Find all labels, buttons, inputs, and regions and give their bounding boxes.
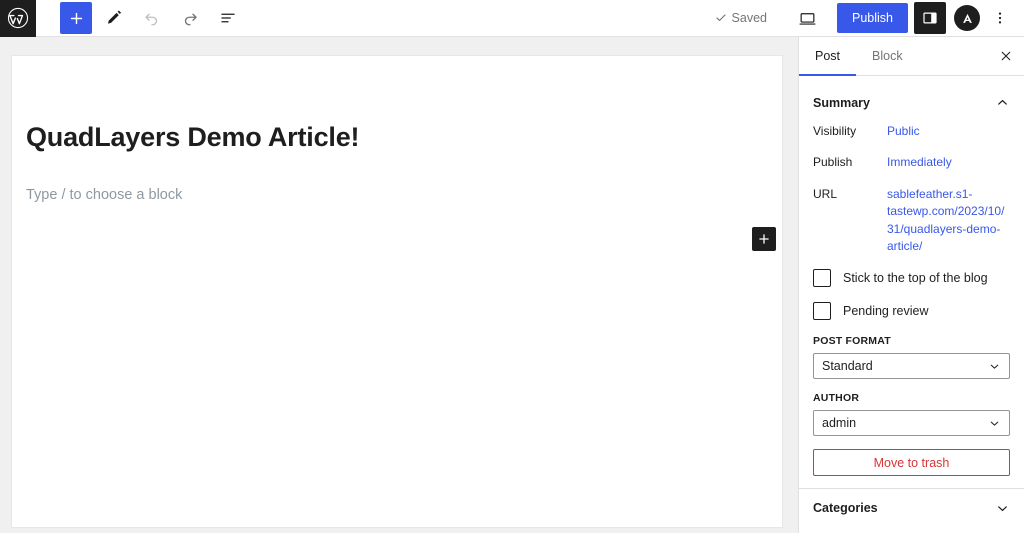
publish-label: Publish bbox=[813, 155, 853, 170]
sticky-checkbox-row[interactable]: Stick to the top of the blog bbox=[799, 269, 1024, 288]
chevron-up-icon bbox=[995, 95, 1010, 110]
toolbar-left-group bbox=[36, 2, 244, 34]
author-label: AUTHOR bbox=[813, 392, 860, 405]
post-title-field[interactable]: QuadLayers Demo Article! bbox=[26, 122, 360, 153]
redo-icon[interactable] bbox=[174, 2, 206, 34]
editor-top-toolbar: Saved Publish bbox=[0, 0, 1024, 37]
sticky-checkbox-label: Stick to the top of the blog bbox=[843, 271, 988, 286]
visibility-label: Visibility bbox=[813, 124, 857, 138]
sidebar-tab-list: Post Block bbox=[799, 37, 1024, 76]
chevron-down-icon bbox=[988, 360, 1001, 373]
post-format-label: POST FORMAT bbox=[813, 335, 891, 348]
chevron-down-icon bbox=[988, 417, 1001, 430]
toolbar-right-group: Saved Publish bbox=[715, 2, 1024, 34]
summary-panel-header[interactable]: Summary bbox=[799, 86, 1024, 119]
url-value[interactable]: sablefeather.s1-tastewp.com/2023/10/31/q… bbox=[887, 186, 1010, 256]
inline-add-block-button[interactable] bbox=[752, 227, 776, 251]
wordpress-block-editor: Saved Publish QuadLayers Demo Article! T… bbox=[0, 0, 1024, 533]
pending-review-label: Pending review bbox=[843, 304, 929, 319]
author-group: AUTHOR admin bbox=[799, 392, 1024, 437]
sticky-checkbox[interactable] bbox=[813, 269, 831, 288]
close-sidebar-icon[interactable] bbox=[988, 37, 1024, 75]
post-canvas[interactable]: QuadLayers Demo Article! Type / to choos… bbox=[12, 56, 782, 527]
tab-block-label: Block bbox=[872, 49, 903, 63]
pending-review-checkbox-row[interactable]: Pending review bbox=[799, 302, 1024, 321]
author-value: admin bbox=[822, 416, 857, 431]
options-menu-icon[interactable] bbox=[984, 2, 1016, 34]
publish-button[interactable]: Publish bbox=[837, 3, 908, 33]
tab-post[interactable]: Post bbox=[799, 37, 857, 76]
wordpress-logo-icon[interactable] bbox=[0, 0, 36, 37]
settings-sidebar: Post Block Summary Visibility Public Pub… bbox=[798, 37, 1024, 533]
categories-title: Categories bbox=[813, 501, 878, 516]
add-block-button[interactable] bbox=[60, 2, 92, 34]
post-format-value: Standard bbox=[822, 359, 873, 374]
tools-pencil-icon[interactable] bbox=[98, 2, 130, 34]
settings-sidebar-toggle-icon[interactable] bbox=[914, 2, 946, 34]
author-select[interactable]: admin bbox=[813, 410, 1010, 437]
pending-review-checkbox[interactable] bbox=[813, 302, 831, 321]
plugin-logo-icon[interactable] bbox=[954, 5, 980, 31]
row-publish: Publish Immediately bbox=[813, 154, 1010, 171]
preview-icon[interactable] bbox=[791, 2, 823, 34]
editor-canvas-area: QuadLayers Demo Article! Type / to choos… bbox=[0, 37, 798, 533]
publish-value[interactable]: Immediately bbox=[887, 154, 952, 171]
row-url: URL sablefeather.s1-tastewp.com/2023/10/… bbox=[813, 186, 1010, 256]
tab-post-label: Post bbox=[815, 49, 841, 63]
categories-panel-header[interactable]: Categories bbox=[799, 489, 1024, 527]
post-format-select[interactable]: Standard bbox=[813, 353, 1010, 380]
save-status-label: Saved bbox=[731, 11, 767, 25]
save-status[interactable]: Saved bbox=[715, 11, 767, 25]
undo-icon[interactable] bbox=[136, 2, 168, 34]
summary-title: Summary bbox=[813, 95, 870, 110]
tab-block[interactable]: Block bbox=[856, 37, 919, 75]
visibility-value[interactable]: Public bbox=[887, 123, 920, 140]
post-format-group: POST FORMAT Standard bbox=[799, 335, 1024, 380]
document-overview-icon[interactable] bbox=[212, 2, 244, 34]
block-placeholder-text[interactable]: Type / to choose a block bbox=[26, 187, 182, 203]
row-visibility: Visibility Public bbox=[813, 123, 1010, 140]
url-label: URL bbox=[813, 186, 838, 201]
chevron-down-icon bbox=[995, 501, 1010, 516]
summary-rows: Visibility Public Publish Immediately UR… bbox=[799, 119, 1024, 255]
move-to-trash-button[interactable]: Move to trash bbox=[813, 449, 1010, 477]
